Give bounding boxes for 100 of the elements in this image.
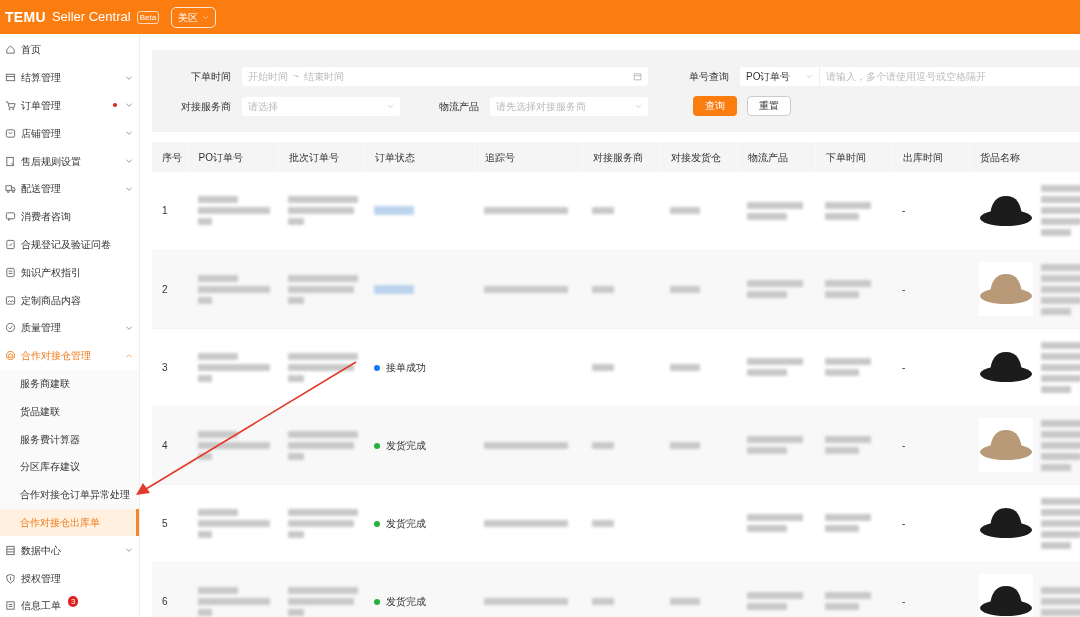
blurred-text: [1041, 296, 1080, 304]
blurred-text: [1041, 608, 1080, 616]
shop-icon: [5, 127, 16, 139]
search-type-select[interactable]: PO订单号: [740, 66, 820, 86]
document-icon: [5, 155, 16, 167]
field-label: 对接服务商: [180, 99, 232, 114]
blurred-text: [592, 441, 614, 449]
blurred-text: [1041, 508, 1080, 516]
warehouse-icon: [5, 350, 16, 362]
blurred-text: [825, 436, 871, 443]
row-number: 6: [162, 595, 168, 607]
blurred-text: [198, 196, 238, 204]
column-header: 对接发货仓: [660, 142, 737, 172]
row-number: 3: [162, 361, 168, 373]
blurred-text: [1041, 207, 1080, 215]
blurred-text: [670, 363, 700, 371]
blurred-text: [198, 274, 238, 282]
blurred-text: [825, 212, 859, 220]
blurred-text: [670, 285, 700, 293]
ticket-icon: [5, 600, 16, 612]
blurred-text: [825, 525, 859, 532]
blurred-text: [825, 358, 871, 365]
blurred-text: [1041, 385, 1071, 393]
ship-time: -: [902, 361, 906, 373]
blurred-text: [374, 206, 414, 216]
submenu-item[interactable]: 合作对接仓订单异常处理: [0, 480, 139, 509]
row-number: 5: [162, 517, 168, 529]
submenu-item[interactable]: 服务费计算器: [0, 425, 139, 453]
column-header: 货品名称: [969, 142, 1080, 172]
blurred-text: [288, 363, 354, 371]
blurred-text: [747, 291, 787, 298]
blurred-text: [198, 285, 270, 293]
blurred-text: [198, 597, 270, 605]
blurred-text: [592, 597, 614, 605]
blurred-text: [198, 430, 238, 438]
blurred-text: [288, 196, 358, 204]
blurred-text: [198, 586, 238, 594]
blurred-text: [1041, 597, 1080, 605]
field-label: 单号查询: [688, 69, 730, 84]
blurred-text: [1041, 307, 1071, 315]
submenu-item[interactable]: 分区库存建议: [0, 452, 139, 481]
blurred-text: [288, 508, 358, 516]
ship-time: -: [902, 283, 906, 295]
blurred-text: [1041, 430, 1080, 438]
beta-badge: Beta: [136, 10, 160, 24]
house-icon: [5, 44, 16, 56]
blurred-text: [288, 374, 304, 382]
shield-icon: [5, 572, 16, 584]
blurred-text: [374, 284, 414, 294]
blurred-text: [288, 441, 354, 449]
blurred-text: [825, 291, 859, 298]
column-header: 下单时间: [815, 142, 892, 172]
blurred-text: [1041, 274, 1080, 282]
chevron-down-icon: [125, 157, 133, 166]
blurred-text: [1041, 541, 1071, 549]
blurred-text: [198, 218, 212, 226]
truck-icon: [5, 183, 16, 195]
blurred-text: [1041, 497, 1080, 505]
blurred-text: [198, 508, 238, 516]
chevron-down-icon: [125, 184, 133, 193]
blurred-text: [1041, 218, 1080, 226]
chevron-down-icon: [387, 102, 394, 110]
blurred-text: [198, 608, 212, 616]
blurred-text: [747, 514, 803, 521]
order-status: 发货完成: [374, 439, 426, 451]
chevron-down-icon: [125, 73, 133, 82]
field-label: 下单时间: [190, 69, 232, 84]
blurred-text: [1041, 441, 1080, 449]
column-header: 序号: [152, 142, 188, 172]
blurred-text: [198, 296, 212, 304]
book-icon: [5, 266, 16, 278]
blurred-text: [288, 296, 304, 304]
blurred-text: [288, 430, 358, 438]
blurred-text: [198, 363, 270, 371]
blurred-text: [288, 608, 304, 616]
blurred-text: [1041, 185, 1080, 193]
blurred-text: [288, 218, 304, 226]
submenu-item[interactable]: 服务商建联: [0, 369, 139, 398]
blurred-text: [288, 352, 358, 360]
blurred-text: [1041, 363, 1080, 371]
blurred-text: [592, 363, 614, 371]
submenu-item[interactable]: 货品建联: [0, 397, 139, 426]
blurred-text: [747, 201, 803, 209]
card-icon: [5, 72, 16, 84]
logo: TEMU: [5, 7, 46, 27]
blurred-text: [288, 452, 304, 460]
blurred-text: [198, 374, 212, 382]
blurred-text: [592, 285, 614, 293]
blurred-text: [1041, 341, 1080, 349]
column-header: 批次订单号: [278, 142, 364, 172]
blurred-text: [288, 285, 354, 293]
chevron-down-icon: [125, 129, 133, 138]
blurred-text: [288, 519, 354, 527]
blurred-text: [592, 519, 614, 527]
row-number: 2: [162, 283, 168, 295]
blurred-text: [825, 603, 859, 610]
blurred-text: [288, 586, 358, 594]
blurred-text: [198, 352, 238, 360]
calendar-icon: [633, 71, 642, 81]
reset-button[interactable]: 重置: [747, 96, 791, 116]
